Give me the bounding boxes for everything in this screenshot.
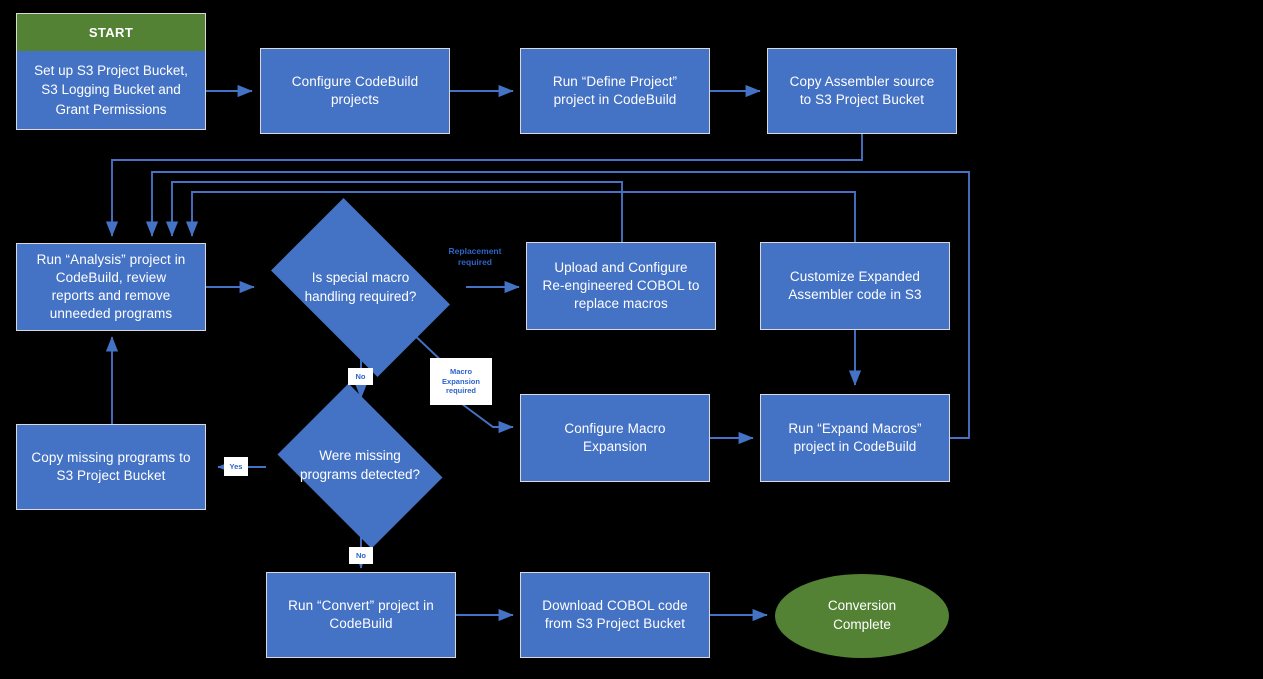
node-run-analysis[interactable]: Run “Analysis” project in CodeBuild, rev…	[16, 243, 206, 331]
missing-decision-label: Were missing programs detected?	[299, 448, 421, 482]
node-start-body: Set up S3 Project Bucket, S3 Logging Buc…	[17, 51, 205, 129]
node-copy-missing-programs[interactable]: Copy missing programs to S3 Project Buck…	[16, 424, 206, 510]
macro-decision-label: Is special macro handling required?	[304, 269, 417, 304]
node-missing-decision[interactable]: Were missing programs detected?	[266, 383, 454, 549]
node-define-project[interactable]: Run “Define Project” project in CodeBuil…	[520, 48, 710, 134]
edge-label-missing-no: No	[349, 547, 373, 564]
edge-label-to-configure-macro	[461, 403, 514, 434]
node-configure-macro-expansion[interactable]: Configure Macro Expansion	[520, 394, 710, 482]
node-customize-expanded[interactable]: Customize Expanded Assembler code in S3	[760, 242, 950, 330]
edge-copy-to-analysis	[105, 132, 863, 237]
node-conversion-complete[interactable]: Conversion Complete	[775, 574, 949, 658]
node-upload-configure-cobol[interactable]: Upload and Configure Re-engineered COBOL…	[526, 242, 716, 330]
node-download-cobol[interactable]: Download COBOL code from S3 Project Buck…	[520, 572, 710, 658]
node-run-expand-macros[interactable]: Run “Expand Macros” project in CodeBuild	[760, 394, 950, 482]
node-copy-assembler-source[interactable]: Copy Assembler source to S3 Project Buck…	[767, 48, 957, 134]
edge-label-macro-no: No	[348, 368, 373, 385]
flowchart-canvas: START Set up S3 Project Bucket, S3 Loggi…	[0, 0, 1263, 679]
node-macro-decision[interactable]: Is special macro handling required?	[254, 197, 467, 378]
node-configure-codebuild[interactable]: Configure CodeBuild projects	[260, 48, 450, 134]
node-start-header: START	[17, 14, 205, 51]
edge-label-missing-yes: Yes	[224, 457, 248, 476]
edge-label-replacement-required: Replacement required	[448, 246, 502, 268]
node-start[interactable]: START Set up S3 Project Bucket, S3 Loggi…	[16, 13, 206, 130]
edge-label-macro-expansion-required: Macro Expansion required	[430, 358, 492, 405]
node-run-convert[interactable]: Run “Convert” project in CodeBuild	[266, 572, 456, 658]
